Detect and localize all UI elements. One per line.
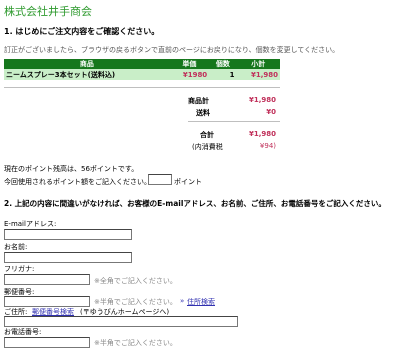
tax-value: ¥94) — [259, 142, 276, 150]
header-product: 商品 — [4, 59, 170, 69]
table-row: ニームスプレー3本セット(送料込) ¥1980 1 ¥1,980 — [4, 69, 280, 80]
total-value: ¥1,980 — [248, 130, 276, 138]
postal-hint: ※半角でご記入ください。 — [94, 298, 177, 306]
header-subtotal: 小計 — [236, 59, 280, 69]
postal-field[interactable] — [4, 296, 90, 307]
phone-label: お電話番号: — [4, 328, 42, 336]
furigana-label: フリガナ: — [4, 265, 35, 273]
furigana-field[interactable] — [4, 274, 90, 285]
store-name: 株式会社井手商会 — [4, 5, 92, 18]
cart-header-row: 商品 単価 個数 小計 — [4, 59, 280, 69]
name-label: お名前: — [4, 243, 28, 251]
row-qty: 1 — [209, 69, 237, 80]
cart-table: 商品 単価 個数 小計 ニームスプレー3本セット(送料込) ¥1980 1 ¥1… — [4, 59, 280, 80]
goods-total-value: ¥1,980 — [248, 96, 276, 104]
email-field[interactable] — [4, 229, 132, 240]
shipping-label: 送料 — [196, 109, 210, 117]
row-subtotal: ¥1,980 — [236, 69, 280, 80]
row-unit-price: ¥1980 — [169, 69, 210, 80]
address-field[interactable] — [4, 316, 238, 327]
goods-total-label: 商品計 — [188, 97, 209, 105]
point-unit: ポイント — [174, 178, 202, 186]
header-qty: 個数 — [209, 59, 237, 69]
summary-divider — [188, 121, 280, 122]
email-label: E-mailアドレス: — [4, 220, 57, 228]
tax-label: (内消費税 — [192, 143, 223, 151]
header-unit-price: 単価 — [169, 59, 210, 69]
shipping-value: ¥0 — [266, 108, 276, 116]
row-product: ニームスプレー3本セット(送料込) — [4, 69, 170, 80]
point-balance-text: 現在のポイント残高は、56ポイントです。 — [4, 165, 139, 173]
address-search-arrow: » — [180, 297, 185, 305]
phone-hint: ※半角でご記入ください。 — [94, 339, 177, 347]
name-field[interactable] — [4, 252, 132, 263]
divider — [4, 87, 280, 88]
total-label: 合計 — [200, 131, 214, 139]
point-use-input[interactable] — [148, 174, 172, 185]
step2-title: 2. 上記の内容に間違いがなければ、お客様のE-mailアドレス、お名前、ご住所… — [4, 199, 386, 208]
point-use-label: 今回使用されるポイント額をご記入ください。 — [4, 178, 151, 186]
furigana-hint: ※全角でご記入ください。 — [94, 277, 177, 285]
step1-notice: 訂正がございましたら、ブラウザの戻るボタンで直前のページにお戻りになり、個数を変… — [4, 46, 340, 54]
step1-title: 1. はじめにご注文内容をご確認ください。 — [4, 27, 160, 36]
address-search-link[interactable]: 住所検索 — [187, 297, 215, 307]
